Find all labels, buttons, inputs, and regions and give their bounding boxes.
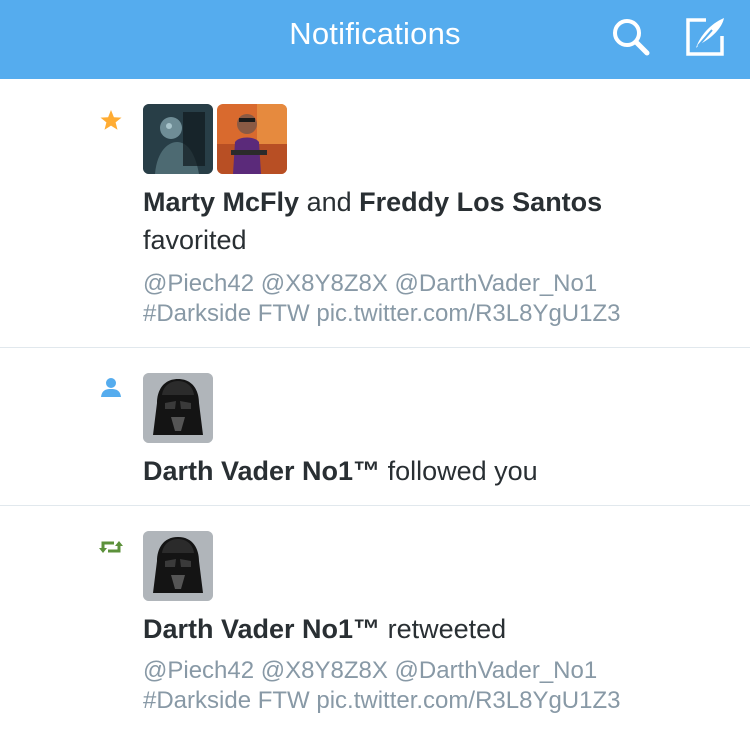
notification-summary: Darth Vader No1™ retweeted xyxy=(143,610,710,648)
user-name-link[interactable]: Darth Vader No1™ xyxy=(143,456,380,486)
notification-item[interactable]: Darth Vader No1™ followed you xyxy=(0,348,750,506)
tweet-line: @Piech42 @X8Y8Z8X @DarthVader_No1 xyxy=(143,270,598,297)
notification-summary: Marty McFly and Freddy Los Santos favori… xyxy=(143,183,710,259)
notification-item[interactable]: Darth Vader No1™ retweeted @Piech42 @X8Y… xyxy=(0,506,750,736)
search-icon xyxy=(613,19,650,56)
avatar-marty-mcfly[interactable] xyxy=(143,104,213,174)
tweet-preview[interactable]: @Piech42 @X8Y8Z8X @DarthVader_No1 #Darks… xyxy=(143,656,710,716)
avatar-group xyxy=(143,104,287,174)
compose-button[interactable] xyxy=(682,14,728,60)
action-text: favorited xyxy=(143,225,247,255)
user-name-link[interactable]: Marty McFly xyxy=(143,187,299,217)
connector-text: and xyxy=(306,187,352,217)
person-icon xyxy=(97,374,125,402)
tweet-preview[interactable]: @Piech42 @X8Y8Z8X @DarthVader_No1 #Darks… xyxy=(143,269,710,329)
compose-icon xyxy=(686,18,724,56)
search-button[interactable] xyxy=(608,14,654,60)
retweet-icon xyxy=(97,533,125,561)
notification-summary: Darth Vader No1™ followed you xyxy=(143,452,710,490)
avatar-freddy-los-santos[interactable] xyxy=(217,104,287,174)
action-text: retweeted xyxy=(387,614,507,644)
tweet-line: #Darkside FTW pic.twitter.com/R3L8YgU1Z3 xyxy=(143,687,621,714)
tweet-line: #Darkside FTW pic.twitter.com/R3L8YgU1Z3 xyxy=(143,300,621,327)
star-icon xyxy=(97,107,125,135)
avatar-group xyxy=(143,531,213,601)
avatar-group xyxy=(143,373,213,443)
notifications-list: Marty McFly and Freddy Los Santos favori… xyxy=(0,79,750,736)
user-name-link[interactable]: Freddy Los Santos xyxy=(359,187,602,217)
notification-item[interactable]: Marty McFly and Freddy Los Santos favori… xyxy=(0,79,750,348)
user-name-link[interactable]: Darth Vader No1™ xyxy=(143,614,380,644)
avatar-darth-vader[interactable] xyxy=(143,373,213,443)
action-text: followed you xyxy=(387,456,538,486)
tweet-line: @Piech42 @X8Y8Z8X @DarthVader_No1 xyxy=(143,657,598,684)
navigation-bar: Notifications xyxy=(0,0,750,79)
avatar-darth-vader[interactable] xyxy=(143,531,213,601)
